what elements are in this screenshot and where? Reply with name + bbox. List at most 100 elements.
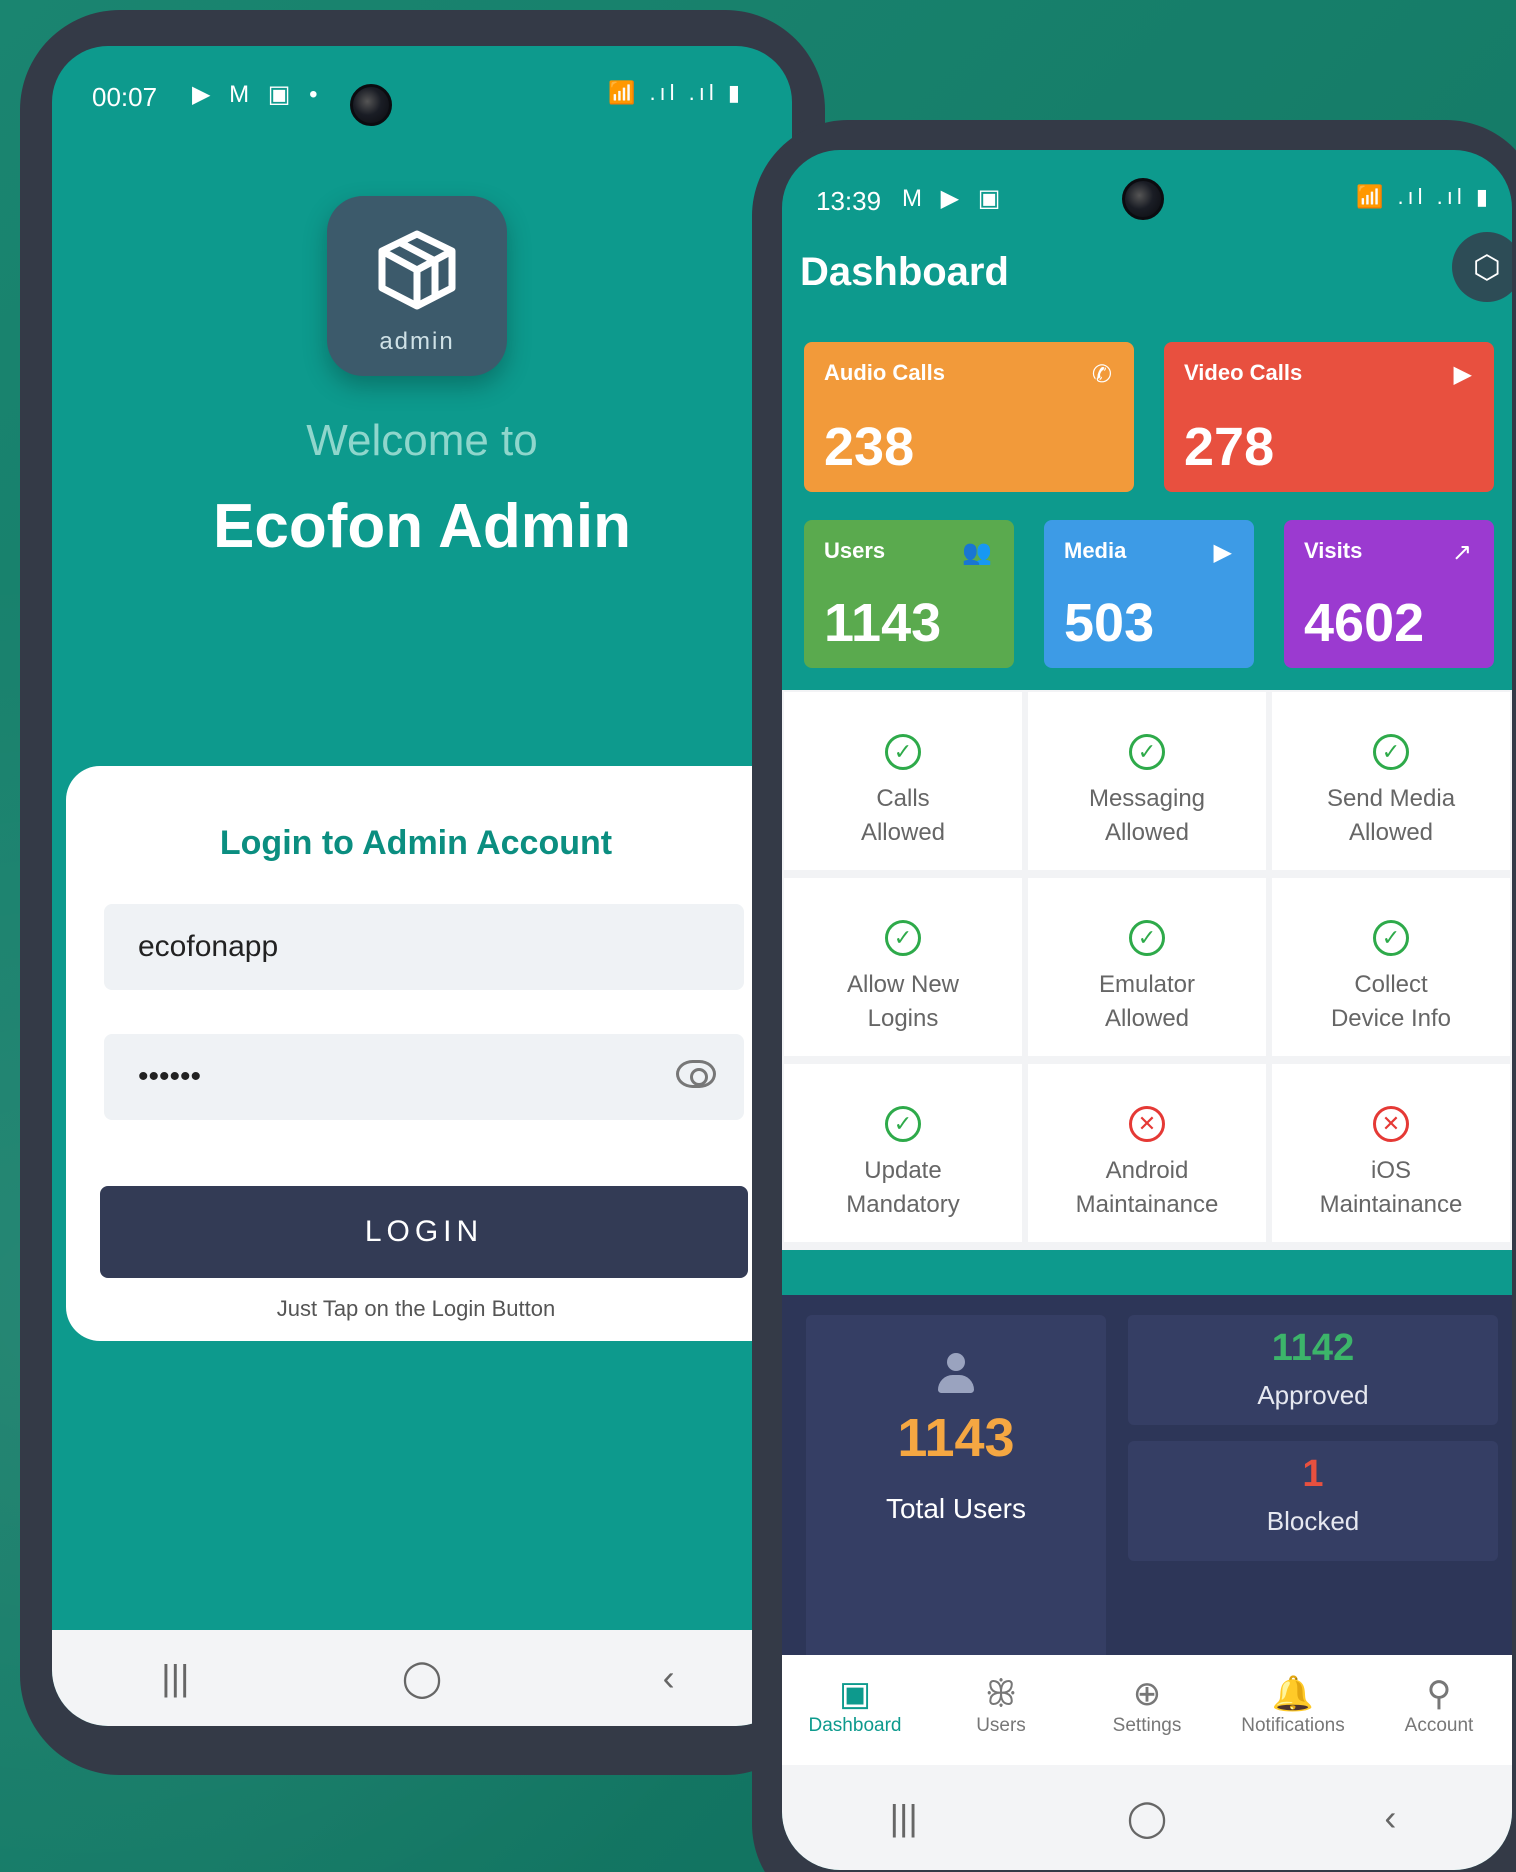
stat-video-calls[interactable]: Video Calls ▶ 278 <box>1164 342 1494 492</box>
tab-label: Settings <box>1112 1715 1182 1736</box>
stat-label: Audio Calls <box>824 360 946 385</box>
video-icon: ▶ <box>1453 361 1472 388</box>
feature-emulator-allowed[interactable]: ✓ Emulator Allowed <box>1028 878 1266 1056</box>
feature-grid: ✓ Calls Allowed ✓ Messaging Allowed ✓ Se… <box>782 690 1512 1250</box>
check-circle-icon: ✓ <box>885 1106 921 1142</box>
tab-label: Account <box>1404 1715 1474 1736</box>
check-circle-icon: ✓ <box>885 920 921 956</box>
signal-battery-icons: 📶 .ıl .ıl ▮ <box>607 80 744 105</box>
stat-label: Video Calls <box>1184 360 1303 385</box>
back-button[interactable]: ‹ <box>1345 1797 1435 1839</box>
app-name: Ecofon Admin <box>213 492 631 561</box>
tab-settings[interactable]: ⊕ Settings <box>1074 1655 1220 1765</box>
tab-account[interactable]: ⚲ Account <box>1366 1655 1512 1765</box>
stat-value: 4602 <box>1304 593 1425 653</box>
approved-box[interactable]: 1142 Approved <box>1128 1315 1498 1425</box>
play-icon: ▶ <box>1213 539 1232 566</box>
stat-value: 278 <box>1184 417 1275 477</box>
system-nav-bar: ||| ◯ ‹ <box>782 1765 1512 1870</box>
feature-label: iOS Maintainance <box>1319 1157 1463 1218</box>
system-nav-bar: ||| ◯ ‹ <box>52 1630 792 1726</box>
stat-visits[interactable]: Visits ↗ 4602 <box>1284 520 1494 668</box>
trending-icon: ↗ <box>1451 539 1472 566</box>
feature-android-maintainance[interactable]: ✕ Android Maintainance <box>1028 1064 1266 1242</box>
tab-label: Notifications <box>1241 1715 1345 1736</box>
login-card-title: Login to Admin Account <box>219 824 613 862</box>
stat-users[interactable]: Users 👥 1143 <box>804 520 1014 668</box>
notification-icons: ▶ M ▣ • <box>192 81 324 108</box>
status-time: 00:07 <box>92 82 158 112</box>
user-icon <box>936 1353 976 1399</box>
stat-value: 238 <box>824 417 915 477</box>
phone-icon: ✆ <box>1091 361 1112 388</box>
recent-apps-button[interactable]: ||| <box>859 1797 949 1839</box>
feature-calls-allowed[interactable]: ✓ Calls Allowed <box>784 692 1022 870</box>
feature-send-media-allowed[interactable]: ✓ Send Media Allowed <box>1272 692 1510 870</box>
stat-value: 503 <box>1064 593 1155 653</box>
home-button[interactable]: ◯ <box>1102 1797 1192 1839</box>
dashboard-icon: ▣ <box>838 1675 872 1713</box>
approved-value: 1142 <box>1271 1327 1355 1369</box>
users-icon: 👥 <box>962 539 992 566</box>
feature-collect-device-info[interactable]: ✓ Collect Device Info <box>1272 878 1510 1056</box>
feature-update-mandatory[interactable]: ✓ Update Mandatory <box>784 1064 1022 1242</box>
total-users-label: Total Users <box>885 1493 1027 1524</box>
tab-users[interactable]: ꕥ Users <box>928 1655 1074 1765</box>
logo-cube-icon[interactable]: ⬡ <box>1452 232 1512 302</box>
blocked-label: Blocked <box>1266 1506 1360 1536</box>
feature-label: Emulator Allowed <box>1098 971 1196 1032</box>
check-circle-icon: ✓ <box>885 734 921 770</box>
username-field[interactable]: ecofonapp <box>104 904 744 990</box>
tab-label: Dashboard <box>808 1715 902 1736</box>
cube-icon <box>378 230 456 310</box>
blocked-box[interactable]: 1 Blocked <box>1128 1441 1498 1561</box>
back-button[interactable]: ‹ <box>624 1657 714 1699</box>
check-circle-icon: ✓ <box>1373 734 1409 770</box>
recent-apps-button[interactable]: ||| <box>130 1657 220 1699</box>
signal-battery-icons: 📶 .ıl .ıl ▮ <box>1355 184 1492 209</box>
eye-icon[interactable] <box>676 1060 716 1088</box>
tab-notifications[interactable]: 🔔 Notifications <box>1220 1655 1366 1765</box>
user-icon: ⚲ <box>1426 1675 1452 1713</box>
feature-messaging-allowed[interactable]: ✓ Messaging Allowed <box>1028 692 1266 870</box>
app-logo: admin <box>327 196 507 376</box>
stat-media[interactable]: Media ▶ 503 <box>1044 520 1254 668</box>
feature-allow-new-logins[interactable]: ✓ Allow New Logins <box>784 878 1022 1056</box>
password-value: •••••• <box>138 1060 202 1093</box>
check-circle-icon: ✓ <box>1373 920 1409 956</box>
login-card: Login to Admin Account ecofonapp •••••• … <box>66 766 792 1341</box>
user-summary-panel: 1143 Total Users 1142 Approved 1 Blocked <box>782 1295 1512 1695</box>
check-circle-icon: ✓ <box>1129 920 1165 956</box>
gamepad-icon: ⊕ <box>1132 1675 1162 1713</box>
feature-label: Allow New Logins <box>846 971 960 1032</box>
username-value: ecofonapp <box>138 930 279 963</box>
feature-ios-maintainance[interactable]: ✕ iOS Maintainance <box>1272 1064 1510 1242</box>
tab-dashboard[interactable]: ▣ Dashboard <box>782 1655 928 1765</box>
login-phone-frame: 00:07 ▶ M ▣ • 📶 .ıl .ıl ▮ admin Welcome … <box>20 10 825 1775</box>
feature-label: Send Media Allowed <box>1326 785 1456 846</box>
tab-label: Users <box>976 1715 1026 1736</box>
stat-label: Media <box>1064 538 1127 563</box>
login-hint: Just Tap on the Login Button <box>276 1296 556 1321</box>
login-button[interactable]: LOGIN <box>100 1186 748 1278</box>
feature-label: Update Mandatory <box>846 1157 960 1218</box>
status-bar: 00:07 ▶ M ▣ • 📶 .ıl .ıl ▮ <box>52 46 792 126</box>
login-screen: 00:07 ▶ M ▣ • 📶 .ıl .ıl ▮ admin Welcome … <box>52 46 792 1726</box>
stat-audio-calls[interactable]: Audio Calls ✆ 238 <box>804 342 1134 492</box>
feature-label: Messaging Allowed <box>1088 785 1206 846</box>
feature-label: Collect Device Info <box>1330 971 1452 1032</box>
bell-icon: 🔔 <box>1271 1675 1315 1713</box>
password-field[interactable]: •••••• <box>104 1034 744 1120</box>
home-button[interactable]: ◯ <box>377 1657 467 1699</box>
blocked-value: 1 <box>1302 1453 1324 1495</box>
status-time: 13:39 <box>816 186 882 216</box>
stat-label: Visits <box>1304 538 1363 563</box>
total-users-box[interactable]: 1143 Total Users <box>806 1315 1106 1675</box>
front-camera <box>350 84 392 126</box>
logo-text: admin <box>379 328 455 355</box>
dashboard-screen: 13:39 M ▶ ▣ 📶 .ıl .ıl ▮ Dashboard ⬡ Audi… <box>782 150 1512 1870</box>
users-icon: ꕥ <box>985 1675 1017 1713</box>
welcome-text: Welcome to <box>306 416 538 465</box>
page-title: Dashboard <box>800 250 1009 294</box>
total-users-value: 1143 <box>897 1408 1015 1468</box>
